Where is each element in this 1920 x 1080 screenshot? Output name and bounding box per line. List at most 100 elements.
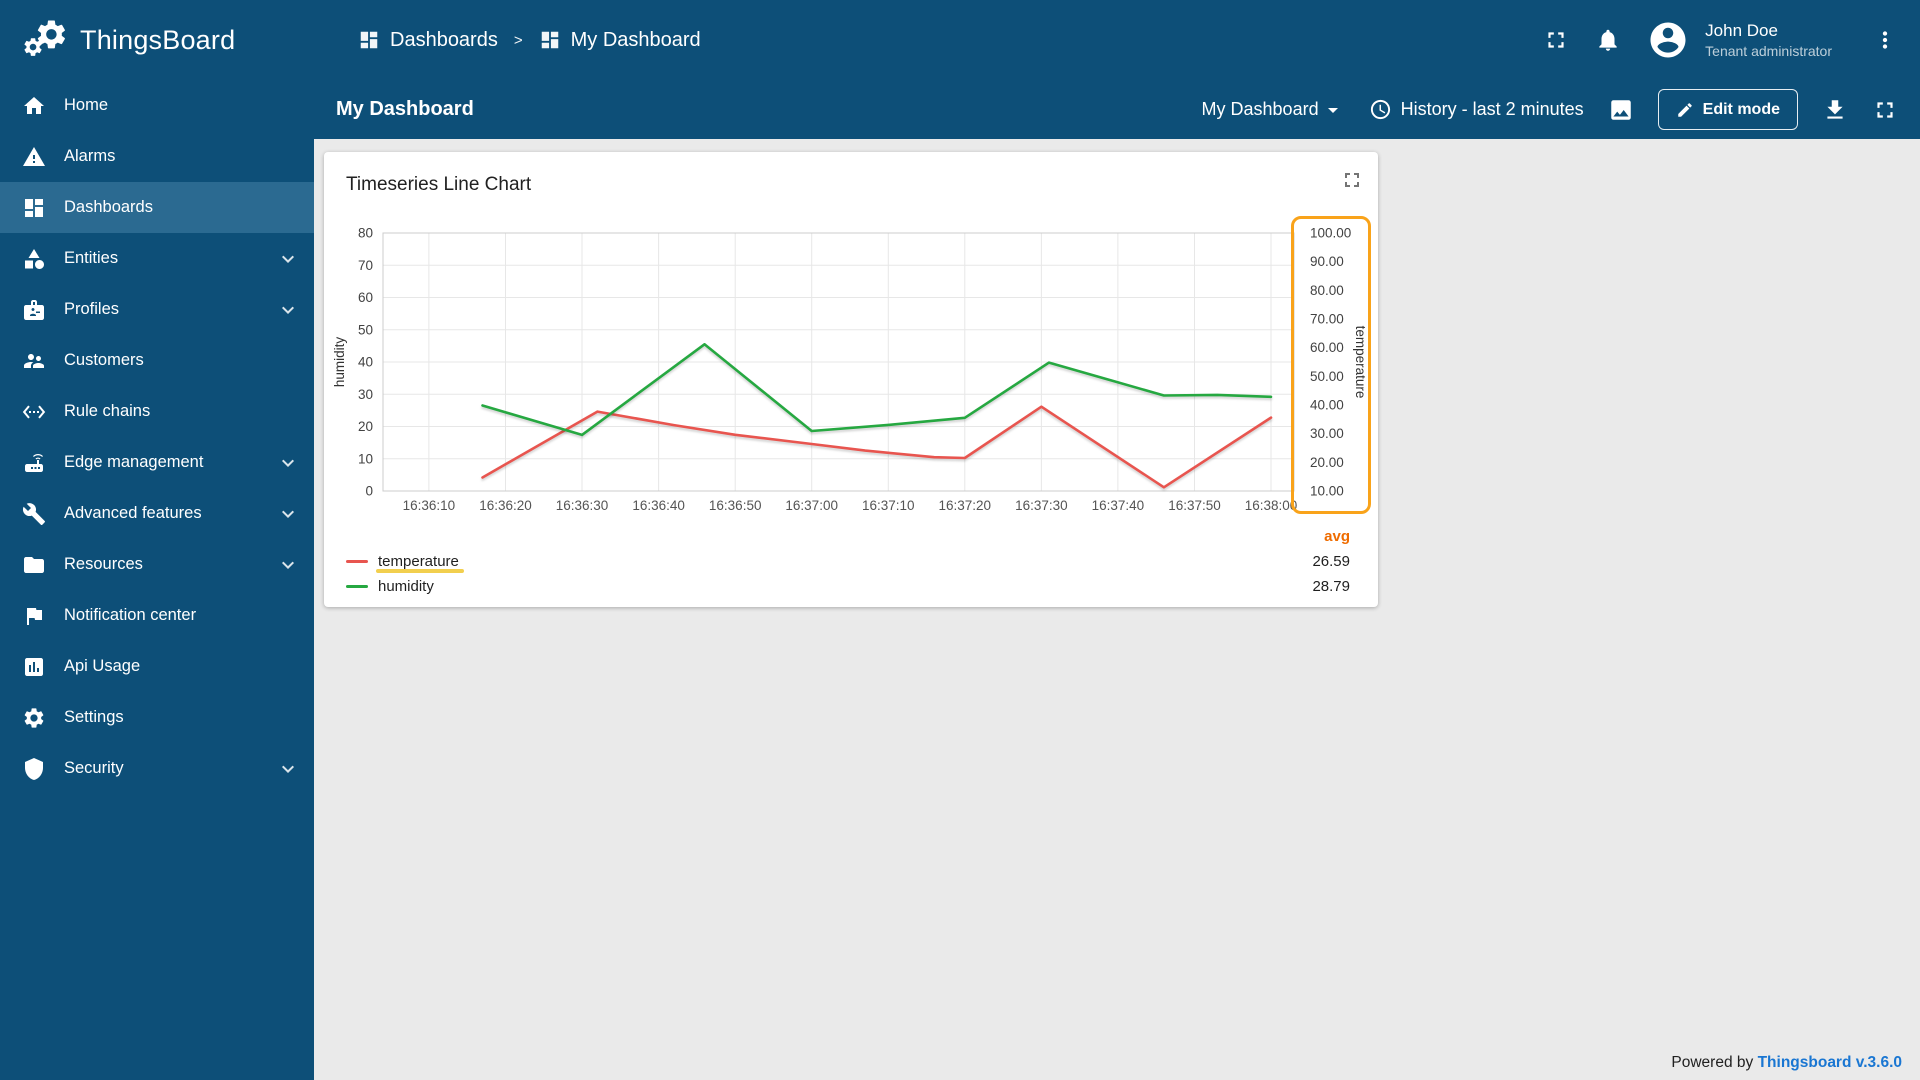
- svg-text:10: 10: [358, 451, 373, 466]
- folder-icon: [22, 553, 46, 577]
- sidebar-nav: Home Alarms Dashboards Entities Profiles Cust…: [0, 80, 314, 794]
- powered-by-text: Powered by: [1671, 1054, 1754, 1071]
- download-icon[interactable]: [1822, 97, 1848, 123]
- sidebar-item-customers[interactable]: Customers: [0, 335, 314, 386]
- chevron-down-icon: [276, 298, 300, 322]
- wrench-icon: [22, 502, 46, 526]
- sidebar-item-label: Advanced features: [64, 504, 202, 522]
- svg-text:100.00: 100.00: [1310, 226, 1351, 241]
- app-root: ThingsBoard Dashboards > My Dashboard Jo…: [0, 0, 1920, 1080]
- chevron-down-icon: [276, 757, 300, 781]
- svg-text:40.00: 40.00: [1310, 398, 1344, 413]
- flag-icon: [22, 604, 46, 628]
- top-header: ThingsBoard Dashboards > My Dashboard Jo…: [0, 0, 1920, 80]
- sidebar-item-security[interactable]: Security: [0, 743, 314, 794]
- breadcrumb-label: My Dashboard: [570, 28, 701, 51]
- notifications-bell-icon[interactable]: [1595, 27, 1621, 53]
- breadcrumb-label: Dashboards: [390, 28, 498, 51]
- legend-avg-value: 26.59: [1312, 553, 1350, 570]
- legend-row: temperature 26.59: [346, 549, 1350, 574]
- svg-text:16:36:10: 16:36:10: [403, 498, 456, 513]
- sidebar-item-rule-chains[interactable]: Rule chains: [0, 386, 314, 437]
- svg-text:16:36:50: 16:36:50: [709, 498, 762, 513]
- sidebar-item-label: Api Usage: [64, 657, 141, 675]
- svg-text:50.00: 50.00: [1310, 369, 1344, 384]
- edit-pencil-icon: [1676, 101, 1694, 119]
- svg-text:16:37:30: 16:37:30: [1015, 498, 1068, 513]
- legend-row: humidity 28.79: [346, 574, 1350, 599]
- sidebar-item-label: Resources: [64, 555, 143, 573]
- breadcrumb-dashboards[interactable]: Dashboards: [358, 29, 498, 52]
- legend-label: humidity: [378, 578, 434, 595]
- legend-avg-header: avg: [1324, 528, 1350, 545]
- svg-text:16:37:10: 16:37:10: [862, 498, 915, 513]
- svg-text:30: 30: [358, 387, 373, 402]
- legend-color-dash: [346, 560, 368, 563]
- sidebar-item-label: Edge management: [64, 453, 204, 471]
- widget-title: Timeseries Line Chart: [346, 174, 532, 195]
- chart-legend: avg temperature 26.59 humidity 28.79: [346, 524, 1350, 599]
- sidebar-item-label: Alarms: [64, 147, 116, 165]
- legend-item-humidity[interactable]: humidity: [346, 578, 434, 595]
- shield-icon: [22, 757, 46, 781]
- sidebar-item-label: Security: [64, 759, 124, 777]
- dashboards-grid-icon: [358, 29, 380, 51]
- sidebar-item-resources[interactable]: Resources: [0, 539, 314, 590]
- logo[interactable]: ThingsBoard: [0, 17, 314, 64]
- dashboard-selector[interactable]: My Dashboard: [1202, 98, 1345, 122]
- sidebar-item-home[interactable]: Home: [0, 80, 314, 131]
- svg-text:16:37:20: 16:37:20: [939, 498, 992, 513]
- chevron-down-icon: [276, 502, 300, 526]
- svg-text:50: 50: [358, 322, 373, 337]
- sidebar-item-label: Profiles: [64, 300, 120, 318]
- fullscreen-icon[interactable]: [1543, 27, 1569, 53]
- breadcrumb-separator: >: [513, 31, 523, 49]
- dashboard-selector-value: My Dashboard: [1201, 99, 1319, 119]
- sidebar-item-entities[interactable]: Entities: [0, 233, 314, 284]
- sidebar-item-dashboards[interactable]: Dashboards: [0, 182, 314, 233]
- code-icon: [22, 400, 46, 424]
- svg-text:10.00: 10.00: [1310, 484, 1344, 499]
- dashboard-icon: [22, 196, 46, 220]
- widget-fullscreen-icon[interactable]: [1340, 168, 1364, 192]
- user-menu[interactable]: John Doe Tenant administrator: [1705, 20, 1832, 60]
- svg-text:temperature: temperature: [1353, 326, 1368, 399]
- breadcrumb-my-dashboard[interactable]: My Dashboard: [539, 29, 701, 52]
- sidebar-item-notification-center[interactable]: Notification center: [0, 590, 314, 641]
- sidebar-item-alarms[interactable]: Alarms: [0, 131, 314, 182]
- timeseries-widget: Timeseries Line Chart 16:36:10 16:36:20 16…: [324, 152, 1378, 607]
- dashboard-grid-icon: [539, 29, 561, 51]
- sidebar-item-advanced-features[interactable]: Advanced features: [0, 488, 314, 539]
- legend-label: temperature: [376, 553, 464, 573]
- legend-item-temperature[interactable]: temperature: [346, 553, 464, 573]
- sidebar-item-api-usage[interactable]: Api Usage: [0, 641, 314, 692]
- edit-mode-label: Edit mode: [1702, 100, 1780, 118]
- warning-icon: [22, 145, 46, 169]
- user-name: John Doe: [1705, 20, 1778, 40]
- sidebar-item-profiles[interactable]: Profiles: [0, 284, 314, 335]
- svg-text:30.00: 30.00: [1310, 426, 1344, 441]
- user-avatar-icon[interactable]: [1647, 19, 1689, 61]
- more-menu-icon[interactable]: [1872, 27, 1898, 53]
- app-title: ThingsBoard: [80, 24, 236, 55]
- svg-text:0: 0: [365, 484, 373, 499]
- svg-text:60: 60: [358, 290, 373, 305]
- edit-mode-button[interactable]: Edit mode: [1657, 89, 1798, 130]
- gear-icon: [22, 706, 46, 730]
- insert-chart-icon: [22, 655, 46, 679]
- sidebar-item-settings[interactable]: Settings: [0, 692, 314, 743]
- chart-area[interactable]: 16:36:10 16:36:20 16:36:30 16:36:40 16:36:50…: [324, 152, 1378, 532]
- page-title: My Dashboard: [336, 98, 474, 120]
- svg-text:16:36:40: 16:36:40: [632, 498, 685, 513]
- thingsboard-version-link[interactable]: Thingsboard v.3.6.0: [1758, 1054, 1902, 1071]
- sidebar-item-edge-management[interactable]: Edge management: [0, 437, 314, 488]
- badge-icon: [22, 298, 46, 322]
- timewindow-button[interactable]: History - last 2 minutes: [1369, 98, 1584, 121]
- home-icon: [22, 94, 46, 118]
- sidebar-item-label: Entities: [64, 249, 119, 267]
- background-image-icon[interactable]: [1608, 97, 1634, 123]
- caret-down-icon: [1321, 98, 1345, 122]
- svg-text:40: 40: [358, 355, 373, 370]
- toolbar-fullscreen-icon[interactable]: [1872, 97, 1898, 123]
- timewindow-label: History - last 2 minutes: [1400, 99, 1584, 119]
